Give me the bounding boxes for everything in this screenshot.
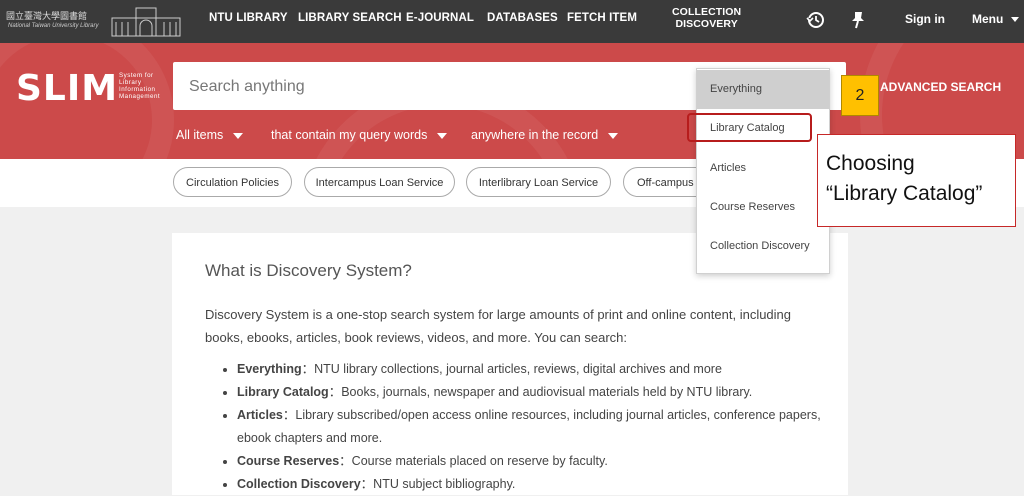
menu-label: Menu [972,12,1004,26]
search-scope-dropdown: Everything Library Catalog Articles Cour… [696,68,830,274]
pill-interlibrary-loan[interactable]: Interlibrary Loan Service [466,167,611,197]
pin-icon[interactable] [848,10,868,30]
slim-sub-line: Management [119,93,161,100]
sign-in-link[interactable]: Sign in [905,12,945,26]
slim-sub-line: Information [119,86,156,93]
top-navigation-bar: 國立臺灣大學圖書館 National Taiwan University Lib… [0,0,1024,43]
list-item-separator: ： [282,408,296,422]
filter-query-precision[interactable]: that contain my query words [271,128,448,142]
slim-logo[interactable]: SLIM [16,68,118,109]
callout-line: “Library Catalog” [826,182,983,205]
list-item: Articles：Library subscribed/open access … [237,404,857,450]
chevron-down-icon [608,132,619,139]
instruction-callout: Choosing “Library Catalog” [817,134,1016,227]
nav-collection-line1: COLLECTION [672,6,742,18]
list-item-desc: Library subscribed/open access online re… [237,408,821,445]
list-item: Collection Discovery：NTU subject bibliog… [237,473,857,496]
list-item: Library Catalog：Books, journals, newspap… [237,381,857,404]
list-item-term: Everything [237,362,302,376]
pill-circulation-policies[interactable]: Circulation Policies [173,167,292,197]
list-item-term: Library Catalog [237,385,329,399]
filter-material-label: All items [176,128,224,142]
list-item-desc: NTU subject bibliography. [373,477,516,491]
nav-collection-discovery[interactable]: COLLECTION DISCOVERY [672,6,741,30]
library-catalog-highlight [687,113,812,142]
slim-logo-subtitle: System for Library Information Managemen… [119,72,160,100]
slim-sub-line: Library [119,79,142,86]
list-item-desc: Course materials placed on reserve by fa… [351,454,608,468]
nav-databases[interactable]: DATABASES [487,12,558,24]
dropdown-option-articles[interactable]: Articles [697,149,829,188]
filter-precision-label: that contain my query words [271,128,428,142]
filter-material-type[interactable]: All items [176,128,244,142]
filter-field-label: anywhere in the record [471,128,599,142]
ntu-library-logo[interactable]: 國立臺灣大學圖書館 National Taiwan University Lib… [6,6,186,38]
library-building-icon [111,7,181,37]
dropdown-option-course-reserves[interactable]: Course Reserves [697,188,829,227]
filter-search-scope-field[interactable]: anywhere in the record [471,128,619,142]
chevron-down-icon [437,132,448,139]
logo-chinese-name: 國立臺灣大學圖書館 [6,11,88,21]
nav-e-journal[interactable]: E-JOURNAL [406,12,474,24]
menu-button[interactable]: Menu [972,12,1019,26]
list-item-desc: Books, journals, newspaper and audiovisu… [341,385,753,399]
list-item-separator: ： [339,454,352,468]
pill-intercampus-loan[interactable]: Intercampus Loan Service [304,167,455,197]
list-item: Everything：NTU library collections, jour… [237,358,857,381]
list-item-term: Collection Discovery [237,477,361,491]
list-item-separator: ： [328,385,342,399]
step-number-badge: 2 [841,75,879,116]
logo-english-name: National Taiwan University Library [8,23,99,29]
list-item-desc: NTU library collections, journal article… [314,362,722,376]
list-item-term: Course Reserves [237,454,340,468]
list-item: Course Reserves：Course materials placed … [237,450,857,473]
nav-library-search[interactable]: LIBRARY SEARCH [298,12,402,24]
list-item-separator: ： [360,477,374,491]
callout-line: Choosing [826,152,915,175]
nav-ntu-library[interactable]: NTU LIBRARY [209,12,288,24]
chevron-down-icon [233,132,244,139]
advanced-search-link[interactable]: ADVANCED SEARCH [880,80,1001,94]
card-title: What is Discovery System? [205,261,412,280]
menu-caret-icon [1010,17,1019,23]
list-item-separator: ： [301,362,315,376]
nav-fetch-item[interactable]: FETCH ITEM [567,12,637,24]
nav-collection-line2: DISCOVERY [675,18,738,30]
card-intro: Discovery System is a one-stop search sy… [205,307,792,345]
history-icon[interactable] [806,10,826,30]
search-scope-list: Everything：NTU library collections, jour… [205,358,857,496]
list-item-term: Articles [237,408,283,422]
slim-sub-line: System for [119,72,154,79]
search-input[interactable] [187,62,691,112]
dropdown-option-collection-discovery[interactable]: Collection Discovery [697,227,829,266]
dropdown-option-everything[interactable]: Everything [697,70,829,109]
